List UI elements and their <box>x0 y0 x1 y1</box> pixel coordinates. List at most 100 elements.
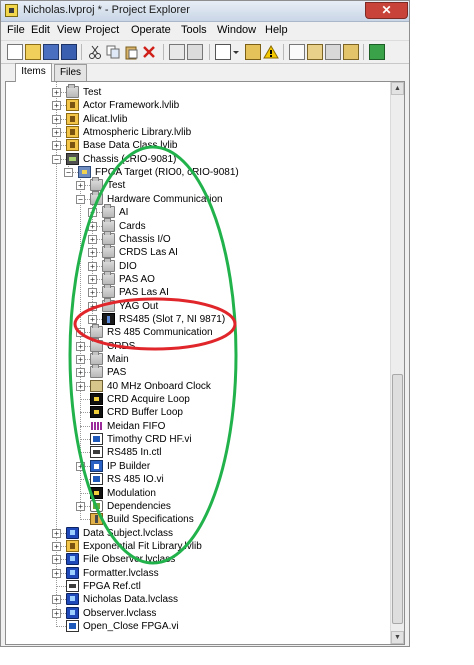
expand-icon[interactable]: + <box>76 381 85 391</box>
scroll-down-icon[interactable]: ▼ <box>391 631 404 644</box>
tree-item-pas-ao[interactable]: + PAS AO <box>6 270 386 286</box>
expand-icon[interactable]: + <box>76 328 85 338</box>
save-all-icon[interactable] <box>43 44 59 60</box>
expand-icon[interactable]: + <box>76 461 85 471</box>
expand-icon[interactable]: + <box>52 555 61 565</box>
tree-item-ip-builder[interactable]: + IP Builder <box>6 459 386 473</box>
menu-edit[interactable]: Edit <box>31 24 50 36</box>
project-tree[interactable]: + Test + Actor Framework.lvlib + Alicat.lvlib… <box>6 82 392 644</box>
warning-icon[interactable] <box>263 44 279 60</box>
tree-item-yag-out[interactable]: + YAG Out <box>6 297 386 313</box>
scroll-up-icon[interactable]: ▲ <box>391 82 404 95</box>
tree-item-formatter-lvclass[interactable]: + Formatter.lvclass <box>6 566 386 580</box>
expand-icon[interactable]: + <box>76 181 85 191</box>
tree-item-rs485-slot-7-ni-9871[interactable]: + RS485 (Slot 7, NI 9871) <box>6 312 386 326</box>
tree-item-dependencies[interactable]: + Dependencies <box>6 499 386 513</box>
tree-item-actor-framework-lvlib[interactable]: + Actor Framework.lvlib <box>6 99 386 112</box>
dropdown-icon[interactable] <box>232 44 240 60</box>
tree-item-hardware-communication[interactable]: − Hardware Communication <box>6 190 386 206</box>
expand-icon[interactable]: + <box>88 248 97 258</box>
expand-icon[interactable]: + <box>52 114 61 124</box>
collapse-icon[interactable]: − <box>64 168 73 178</box>
tree-item-open-close-fpga-vi[interactable]: Open_Close FPGA.vi <box>6 620 386 633</box>
tree-item-base-data-class-lvlib[interactable]: + Base Data Class.lvlib <box>6 139 386 152</box>
tree-item-atmospheric-library-lvlib[interactable]: + Atmospheric Library.lvlib <box>6 126 386 139</box>
expand-icon[interactable]: + <box>88 274 97 284</box>
tree-item-test[interactable]: + Test <box>6 177 386 192</box>
tree-expand-icon[interactable] <box>289 44 305 60</box>
expand-icon[interactable]: + <box>88 301 97 311</box>
expand-icon[interactable]: + <box>52 128 61 138</box>
expand-icon[interactable]: + <box>52 141 61 151</box>
tree-item-chassis-crio-9081[interactable]: − Chassis (cRIO-9081) <box>6 152 386 166</box>
expand-icon[interactable]: + <box>76 341 85 351</box>
tree-item-modulation[interactable]: Modulation <box>6 486 386 500</box>
tree-item-dio[interactable]: + DIO <box>6 257 386 273</box>
build-icon[interactable] <box>169 44 185 60</box>
close-button[interactable]: ✕ <box>365 2 408 19</box>
tree-item-crds-las-ai[interactable]: + CRDS Las AI <box>6 244 386 259</box>
expand-icon[interactable]: + <box>52 528 61 538</box>
tree-item-40-mhz-onboard-clock[interactable]: +40 MHz Onboard Clock <box>6 379 386 393</box>
menu-file[interactable]: File <box>7 24 25 36</box>
tree-item-rs-485-io-vi[interactable]: RS 485 IO.vi <box>6 473 386 486</box>
tree-item-file-observer-lvclass[interactable]: + File Observer.lvclass <box>6 553 386 566</box>
tree-item-exponential-fit-library-lvlib[interactable]: + Exponential Fit Library.lvlib <box>6 539 386 553</box>
title-bar[interactable]: Nicholas.lvproj * - Project Explorer ✕ <box>1 1 409 22</box>
tree-item-nicholas-data-lvclass[interactable]: + Nicholas Data.lvclass <box>6 593 386 606</box>
tree-item-timothy-crd-hf-vi[interactable]: Timothy CRD HF.vi <box>6 433 386 446</box>
tree-item-ai[interactable]: + AI <box>6 204 386 219</box>
tab-files[interactable]: Files <box>54 64 87 81</box>
menu-view[interactable]: View <box>57 24 81 36</box>
view-toggle-icon[interactable] <box>215 44 231 60</box>
new-icon[interactable] <box>7 44 23 60</box>
tree-item-rs485-in-ctl[interactable]: RS485 In.ctl <box>6 446 386 459</box>
expand-icon[interactable]: + <box>52 88 61 97</box>
tree-item-pas-las-ai[interactable]: + PAS Las AI <box>6 284 386 299</box>
tree-item-fpga-target-rio0-crio-9081[interactable]: − FPGA Target (RIO0, cRIO-9081) <box>6 166 386 179</box>
delete-icon[interactable] <box>141 44 157 60</box>
expand-icon[interactable]: + <box>52 568 61 578</box>
expand-icon[interactable]: + <box>52 608 61 618</box>
tree-item-chassis-i-o[interactable]: + Chassis I/O <box>6 230 386 246</box>
tree-item-crds[interactable]: + CRDS <box>6 337 386 353</box>
expand-icon[interactable]: + <box>88 234 97 244</box>
tree-item-test[interactable]: + Test <box>6 84 386 99</box>
diagram-icon[interactable] <box>369 44 385 60</box>
tree-item-observer-lvclass[interactable]: + Observer.lvclass <box>6 606 386 620</box>
tree-item-meidan-fifo[interactable]: Meidan FIFO <box>6 420 386 433</box>
paste-icon[interactable] <box>123 44 139 60</box>
tree-item-alicat-lvlib[interactable]: + Alicat.lvlib <box>6 112 386 126</box>
tree-item-fpga-ref-ctl[interactable]: FPGA Ref.ctl <box>6 579 386 593</box>
deploy-icon[interactable] <box>187 44 203 60</box>
filter-icon[interactable] <box>307 44 323 60</box>
expand-icon[interactable]: + <box>88 288 97 298</box>
collapse-icon[interactable]: − <box>52 154 61 164</box>
menu-operate[interactable]: Operate <box>131 24 171 36</box>
tree-item-cards[interactable]: + Cards <box>6 217 386 233</box>
expand-icon[interactable]: + <box>52 101 61 111</box>
menu-help[interactable]: Help <box>265 24 288 36</box>
scrollbar-thumb[interactable] <box>392 374 403 624</box>
expand-icon[interactable]: + <box>88 221 97 231</box>
expand-icon[interactable]: + <box>88 261 97 271</box>
expand-icon[interactable]: + <box>88 208 97 218</box>
tree-item-build-specifications[interactable]: Build Specifications <box>6 513 386 526</box>
tab-items[interactable]: Items <box>15 63 52 82</box>
save-icon[interactable] <box>61 44 77 60</box>
add-item-icon[interactable] <box>245 44 261 60</box>
open-icon[interactable] <box>25 44 41 60</box>
tree-item-main[interactable]: + Main <box>6 351 386 366</box>
menu-tools[interactable]: Tools <box>181 24 207 36</box>
expand-icon[interactable]: + <box>88 314 97 324</box>
copy-icon[interactable] <box>105 44 121 60</box>
expand-icon[interactable]: + <box>76 368 85 378</box>
vertical-scrollbar[interactable]: ▲ ▼ <box>390 82 404 644</box>
cut-icon[interactable] <box>87 44 103 60</box>
expand-icon[interactable]: + <box>52 595 61 605</box>
expand-icon[interactable]: + <box>76 355 85 364</box>
tree-item-crd-buffer-loop[interactable]: CRD Buffer Loop <box>6 406 386 419</box>
help-icon[interactable] <box>343 44 359 60</box>
menu-window[interactable]: Window <box>217 24 256 36</box>
expand-icon[interactable]: + <box>76 501 85 511</box>
